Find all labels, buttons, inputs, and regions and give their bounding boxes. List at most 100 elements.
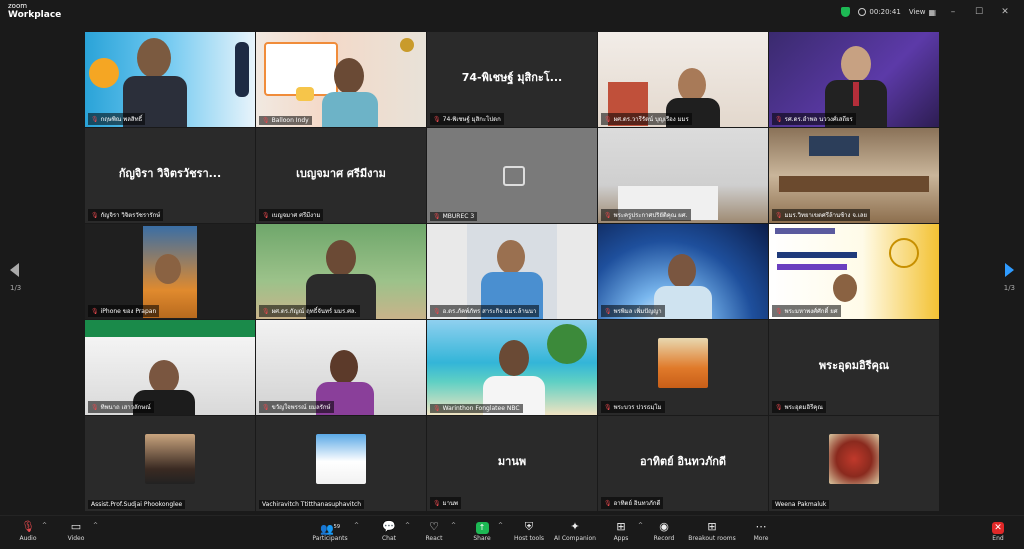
video-tile[interactable]: Weena Pakmaluk bbox=[769, 416, 939, 511]
video-tile[interactable]: Assist.Prof.Sudjai Phookonglee bbox=[85, 416, 255, 511]
security-shield-icon[interactable] bbox=[841, 7, 851, 17]
react-label: React bbox=[425, 535, 443, 542]
video-tile[interactable]: 🎙 รศ.ดร.อำพล นววงศ์เสถียร bbox=[769, 32, 939, 127]
mic-muted-icon: 🎙 bbox=[91, 211, 99, 219]
video-tile[interactable]: เบญจมาศ ศรีมีงาม 🎙 เบญจมาศ ศรีมีงาม bbox=[256, 128, 426, 223]
breakout-label: Breakout rooms bbox=[688, 535, 736, 542]
participants-count: 59 bbox=[333, 524, 341, 530]
profile-picture bbox=[145, 434, 195, 484]
participant-name: 🎙 เบญจมาศ ศรีมีงาม bbox=[259, 209, 324, 221]
participant-name: 🎙 รศ.ดร.อำพล นววงศ์เสถียร bbox=[772, 113, 856, 125]
participant-name: 🎙 มานพ bbox=[430, 497, 462, 509]
video-options-chevron-icon[interactable]: ^ bbox=[93, 522, 98, 529]
breakout-rooms-button[interactable]: ⊞ Breakout rooms bbox=[686, 519, 738, 542]
meeting-timer: 00:20:41 bbox=[858, 8, 901, 16]
logo-line2: Workplace bbox=[8, 10, 62, 20]
participant-name: 🎙 อาทิตย์ อินทวภักดี bbox=[601, 497, 664, 509]
grid-icon: ▦ bbox=[928, 7, 936, 17]
audio-options-chevron-icon[interactable]: ^ bbox=[42, 522, 47, 529]
participants-options-chevron-icon[interactable]: ^ bbox=[354, 522, 359, 529]
participant-name: 🎙 อ.ดร.ภัคพ์ภัทร สาระกิจ มมร.ล้านนา bbox=[430, 305, 540, 317]
video-tile[interactable]: 🎙 Warinthon Fonglatee NBC bbox=[427, 320, 597, 415]
video-tile[interactable]: อาทิตย์ อินทวภักดี 🎙 อาทิตย์ อินทวภักดี bbox=[598, 416, 768, 511]
more-icon: ⋯ bbox=[755, 520, 767, 533]
maximize-icon[interactable]: ☐ bbox=[970, 7, 988, 17]
record-icon: ◉ bbox=[659, 520, 669, 533]
participant-name: 🎙 Balloon Indy bbox=[259, 116, 312, 125]
mic-muted-icon: 🎙 bbox=[433, 307, 441, 315]
mic-muted-icon: 🎙 bbox=[604, 499, 612, 507]
video-tile[interactable]: 🎙 มมร.วิทยาเขตศรีล้านช้าง จ.เลย bbox=[769, 128, 939, 223]
participant-display-name: พระอุดมอิรีคุณ bbox=[818, 359, 890, 372]
video-tile[interactable]: 74-พิเชษฐ์ มุสิกะโ... 🎙 74-พิเชษฐ์ มุสิกะ… bbox=[427, 32, 597, 127]
participant-name: 🎙 74-พิเชษฐ์ มุสิกะโปดก bbox=[430, 113, 504, 125]
title-bar: zoom Workplace 00:20:41 View ▦ – ☐ ✕ bbox=[0, 0, 1024, 24]
minimize-icon[interactable]: – bbox=[944, 7, 962, 17]
view-button[interactable]: View ▦ bbox=[909, 8, 936, 17]
share-options-chevron-icon[interactable]: ^ bbox=[498, 522, 503, 529]
audio-label: Audio bbox=[19, 535, 37, 542]
video-tile[interactable]: 🎙 ขวัญใจพรรณ์ ยมลรักษ์ bbox=[256, 320, 426, 415]
mic-muted-icon: 🎙 bbox=[604, 211, 612, 219]
more-label: More bbox=[753, 535, 769, 542]
participant-name: Assist.Prof.Sudjai Phookonglee bbox=[88, 500, 186, 509]
participant-name: 🎙 MBUREC 3 bbox=[430, 212, 478, 221]
profile-picture bbox=[829, 434, 879, 484]
participant-name: 🎙 ขวัญใจพรรณ์ ยมลรักษ์ bbox=[259, 401, 334, 413]
next-page-icon[interactable] bbox=[1005, 263, 1014, 277]
video-tile[interactable]: 🎙 พระมหาพงศ์ศักดิ์ ยศ bbox=[769, 224, 939, 319]
mic-muted-icon: 🎙 bbox=[433, 405, 441, 412]
apps-label: Apps bbox=[613, 535, 629, 542]
video-tile[interactable]: 🎙 ทิพนาถ เสาวลักษณ์ bbox=[85, 320, 255, 415]
page-indicator-left: 1/3 bbox=[10, 284, 22, 292]
end-button[interactable]: ✕ End bbox=[974, 519, 1022, 542]
mic-muted-icon: 🎙 bbox=[262, 307, 270, 315]
mic-muted-icon: 🎙 bbox=[775, 403, 783, 411]
zoom-logo: zoom Workplace bbox=[8, 2, 61, 20]
video-tile[interactable]: 🎙 พระบวร ปวรธมฺโม bbox=[598, 320, 768, 415]
participants-button[interactable]: 👥59 Participants bbox=[306, 519, 354, 542]
video-tile[interactable]: 🎙 Balloon Indy bbox=[256, 32, 426, 127]
video-tile[interactable]: 🎙 MBUREC 3 bbox=[427, 128, 597, 223]
end-label: End bbox=[992, 535, 1004, 542]
share-icon: ↑ bbox=[475, 522, 489, 534]
timer-text: 00:20:41 bbox=[869, 8, 901, 16]
video-tile[interactable]: พระอุดมอิรีคุณ 🎙 พระอุดมอิรีคุณ bbox=[769, 320, 939, 415]
video-tile[interactable]: 🎙 iPhone ของ Prapan bbox=[85, 224, 255, 319]
host-tools-label: Host tools bbox=[513, 535, 545, 542]
react-options-chevron-icon[interactable]: ^ bbox=[451, 522, 456, 529]
video-tile[interactable]: 🎙 พรพิมล เพิ่มปัญญา bbox=[598, 224, 768, 319]
mic-muted-icon: 🎙 bbox=[775, 115, 783, 123]
ai-companion-button[interactable]: ✦ AI Companion bbox=[551, 519, 599, 542]
mic-muted-icon: 🎙 bbox=[775, 307, 783, 315]
mic-muted-icon: 🎙 bbox=[433, 115, 441, 123]
video-tile[interactable]: 🎙 อ.ดร.ภัคพ์ภัทร สาระกิจ มมร.ล้านนา bbox=[427, 224, 597, 319]
close-icon[interactable]: ✕ bbox=[996, 7, 1014, 17]
page-indicator-right: 1/3 bbox=[1003, 284, 1015, 292]
host-tools-button[interactable]: ⛨ Host tools bbox=[505, 519, 553, 542]
video-tile[interactable]: 🎙 ผศ.ดร.วารีรัตน์ บุญเรือง มมร bbox=[598, 32, 768, 127]
participant-name: 🎙 ทิพนาถ เสาวลักษณ์ bbox=[88, 401, 154, 413]
mic-muted-icon: 🎙 bbox=[262, 211, 270, 219]
mic-muted-icon: 🎙 bbox=[91, 115, 99, 123]
more-button[interactable]: ⋯ More bbox=[737, 519, 785, 542]
participant-display-name: อาทิตย์ อินทวภักดี bbox=[639, 455, 727, 468]
video-tile[interactable]: กัญจิรา วิจิตรวัชรา... 🎙 กัญจิรา วิจิตรวั… bbox=[85, 128, 255, 223]
participant-display-name: มานพ bbox=[497, 455, 527, 468]
video-tile[interactable]: Vachiravitch Ttitthanasuphavitch bbox=[256, 416, 426, 511]
shield-icon: ⛨ bbox=[524, 520, 534, 533]
participant-name: 🎙 ผศ.ดร.กัญณ์ ฤทธิ์จันทร์ มมร.ศล. bbox=[259, 305, 360, 317]
participant-name: Weena Pakmaluk bbox=[772, 500, 830, 509]
prev-page-icon[interactable] bbox=[10, 263, 19, 277]
share-label: Share bbox=[473, 535, 491, 542]
presentation-icon bbox=[503, 166, 525, 186]
video-tile[interactable]: มานพ 🎙 มานพ bbox=[427, 416, 597, 511]
mic-muted-icon: 🎙 bbox=[433, 213, 441, 220]
profile-picture bbox=[658, 338, 708, 388]
record-button[interactable]: ◉ Record bbox=[640, 519, 688, 542]
video-tile[interactable]: 🎙 กฤษพิณ พลสิทธิ์ bbox=[85, 32, 255, 127]
video-label: Video bbox=[67, 535, 85, 542]
video-tile[interactable]: 🎙 ผศ.ดร.กัญณ์ ฤทธิ์จันทร์ มมร.ศล. bbox=[256, 224, 426, 319]
participant-display-name: กัญจิรา วิจิตรวัชรา... bbox=[118, 167, 222, 180]
video-tile[interactable]: 🎙 พระครูประกาศปริยัติคุณ ผศ. bbox=[598, 128, 768, 223]
